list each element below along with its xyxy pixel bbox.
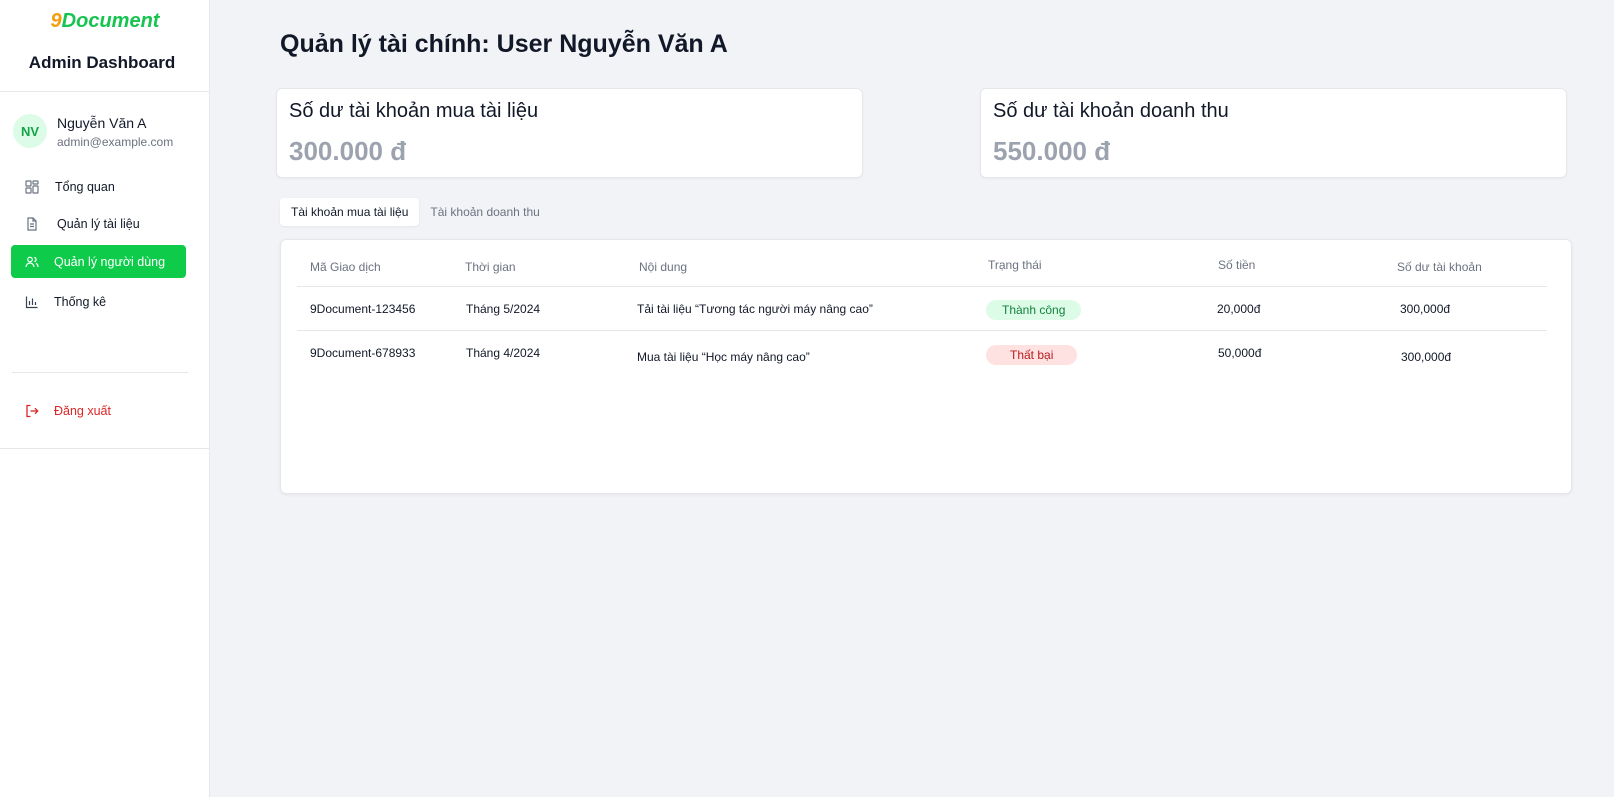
cell-time: Tháng 5/2024 bbox=[466, 302, 541, 316]
divider bbox=[0, 448, 209, 449]
logout-label: Đăng xuất bbox=[54, 404, 111, 418]
divider bbox=[0, 91, 209, 92]
tab-purchase-account[interactable]: Tài khoản mua tài liệu bbox=[280, 198, 420, 226]
revenue-balance-card: Số dư tài khoản doanh thu 550.000 đ bbox=[980, 88, 1567, 178]
column-header-balance: Số dư tài khoản bbox=[1397, 260, 1482, 274]
column-header-time: Thời gian bbox=[465, 260, 516, 274]
account-tabs: Tài khoản mua tài liệu Tài khoản doanh t… bbox=[280, 198, 551, 226]
cell-content: Mua tài liệu “Học máy nâng cao” bbox=[637, 350, 810, 364]
cell-transaction-id: 9Document-123456 bbox=[310, 302, 416, 316]
column-header-transaction-id: Mã Giao dịch bbox=[310, 260, 381, 274]
logout-button[interactable]: Đăng xuất bbox=[11, 394, 186, 427]
logo-prefix: 9 bbox=[50, 10, 62, 32]
sidebar-item-statistics[interactable]: Thống kê bbox=[11, 285, 186, 318]
user-profile: NV Nguyễn Văn A admin@example.com bbox=[13, 114, 203, 150]
column-header-status: Trạng thái bbox=[988, 258, 1042, 272]
sidebar-item-label: Quản lý người dùng bbox=[54, 255, 166, 269]
sidebar-item-label: Tổng quan bbox=[55, 180, 115, 194]
page-title: Quản lý tài chính: User Nguyễn Văn A bbox=[280, 30, 728, 58]
sidebar-item-overview[interactable]: Tổng quan bbox=[11, 170, 186, 203]
card-value: 550.000 đ bbox=[993, 136, 1111, 166]
users-icon bbox=[25, 255, 39, 269]
cell-transaction-id: 9Document-678933 bbox=[310, 346, 416, 360]
document-icon bbox=[25, 217, 39, 231]
transactions-table: Mã Giao dịch Thời gian Nội dung Trạng th… bbox=[280, 239, 1572, 494]
column-header-content: Nội dung bbox=[639, 260, 688, 274]
sidebar: 9Document Admin Dashboard NV Nguyễn Văn … bbox=[0, 0, 210, 797]
card-title: Số dư tài khoản doanh thu bbox=[993, 100, 1229, 122]
brand-logo[interactable]: 9Document bbox=[0, 10, 210, 33]
sidebar-item-label: Quản lý tài liệu bbox=[57, 217, 140, 231]
avatar: NV bbox=[13, 114, 47, 148]
sidebar-item-users[interactable]: Quản lý người dùng bbox=[11, 245, 186, 278]
sidebar-item-label: Thống kê bbox=[54, 295, 107, 309]
app-title: Admin Dashboard bbox=[28, 53, 176, 72]
cell-content: Tải tài liệu “Tương tác người máy nâng c… bbox=[637, 302, 873, 316]
tab-revenue-account[interactable]: Tài khoản doanh thu bbox=[419, 198, 550, 226]
cell-time: Tháng 4/2024 bbox=[466, 346, 541, 360]
sidebar-item-documents[interactable]: Quản lý tài liệu bbox=[11, 207, 186, 240]
status-badge: Thất bại bbox=[986, 345, 1078, 365]
grid-icon bbox=[25, 180, 39, 194]
user-name: Nguyễn Văn A bbox=[57, 115, 147, 131]
cell-amount: 50,000đ bbox=[1218, 346, 1262, 360]
column-header-amount: Số tiền bbox=[1218, 258, 1256, 272]
row-divider bbox=[297, 330, 1547, 331]
row-divider bbox=[297, 286, 1547, 287]
cell-balance: 300,000đ bbox=[1400, 302, 1451, 316]
logo-suffix: Document bbox=[61, 10, 160, 32]
cell-balance: 300,000đ bbox=[1401, 350, 1452, 364]
cell-amount: 20,000đ bbox=[1217, 302, 1261, 316]
user-email: admin@example.com bbox=[57, 135, 174, 149]
card-value: 300.000 đ bbox=[289, 136, 407, 166]
bar-chart-icon bbox=[25, 295, 39, 309]
card-title: Số dư tài khoản mua tài liệu bbox=[289, 100, 539, 122]
divider bbox=[12, 372, 188, 373]
logout-icon bbox=[25, 404, 39, 418]
purchase-balance-card: Số dư tài khoản mua tài liệu 300.000 đ bbox=[276, 88, 863, 178]
status-badge: Thành công bbox=[986, 300, 1082, 320]
